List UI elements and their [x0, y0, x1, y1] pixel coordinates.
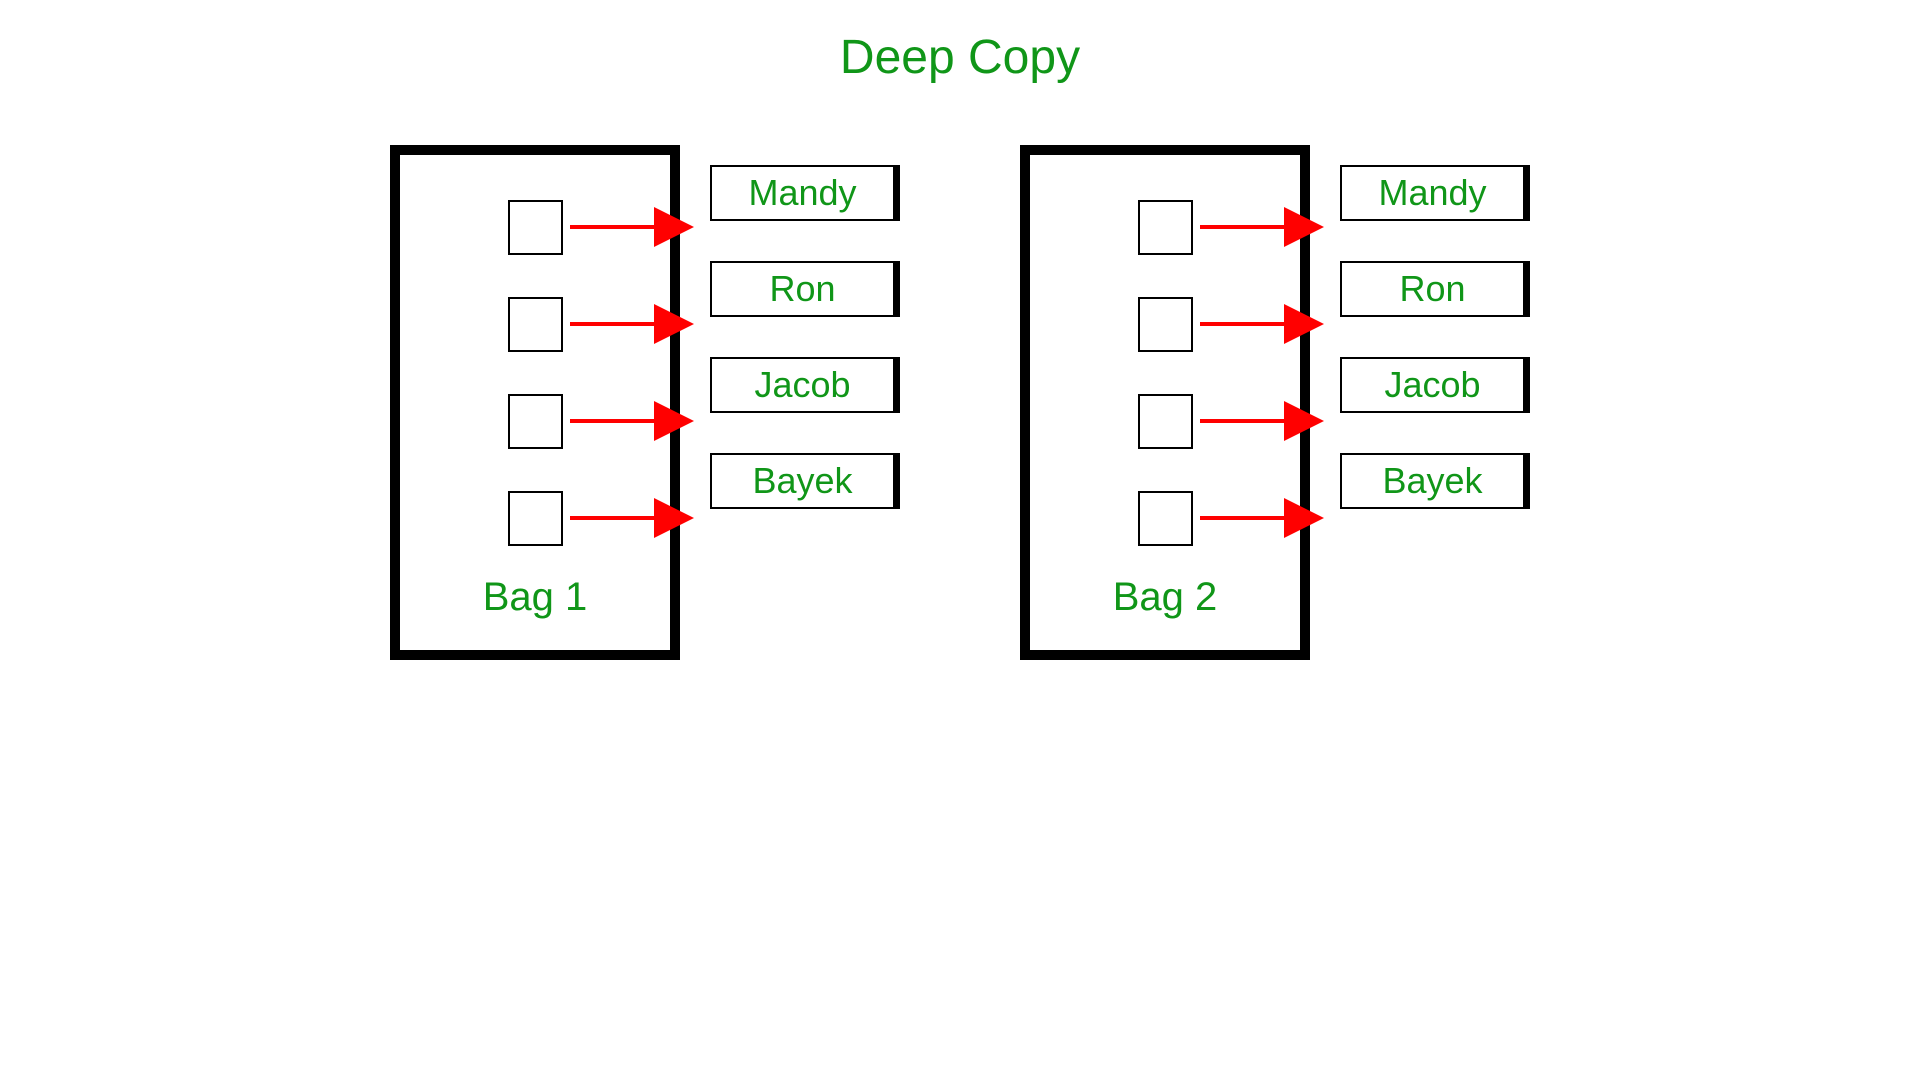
bag2-slot-2 — [1138, 394, 1193, 449]
bag1-value-0: Mandy — [710, 165, 900, 221]
bag2-label: Bag 2 — [1113, 575, 1218, 620]
bag2-value-1: Ron — [1340, 261, 1530, 317]
bag1-slot-0 — [508, 200, 563, 255]
bag1-label: Bag 1 — [483, 575, 588, 620]
bag2-value-0: Mandy — [1340, 165, 1530, 221]
diagram-title: Deep Copy — [200, 30, 1720, 85]
bags-row: Bag 1 Mandy Ron Jacob Bayek — [200, 115, 1720, 660]
bag2-value-3: Bayek — [1340, 453, 1530, 509]
bag1-value-1: Ron — [710, 261, 900, 317]
bag2-value-2: Jacob — [1340, 357, 1530, 413]
diagram-canvas: Deep Copy Bag 1 — [200, 0, 1720, 830]
bag2-slot-1 — [1138, 297, 1193, 352]
bag1-slot-3 — [508, 491, 563, 546]
bag2-slot-3 — [1138, 491, 1193, 546]
bag-box-1: Bag 1 — [390, 145, 680, 660]
bag1-slot-2 — [508, 394, 563, 449]
bag2-values: Mandy Ron Jacob Bayek — [1340, 145, 1530, 509]
bag1-slot-1 — [508, 297, 563, 352]
bag1-value-3: Bayek — [710, 453, 900, 509]
bag-group-1: Bag 1 Mandy Ron Jacob Bayek — [390, 145, 900, 660]
bag1-value-2: Jacob — [710, 357, 900, 413]
bag1-values: Mandy Ron Jacob Bayek — [710, 145, 900, 509]
bag2-slot-0 — [1138, 200, 1193, 255]
bag-box-2: Bag 2 — [1020, 145, 1310, 660]
bag-group-2: Bag 2 Mandy Ron Jacob Bayek — [1020, 145, 1530, 660]
